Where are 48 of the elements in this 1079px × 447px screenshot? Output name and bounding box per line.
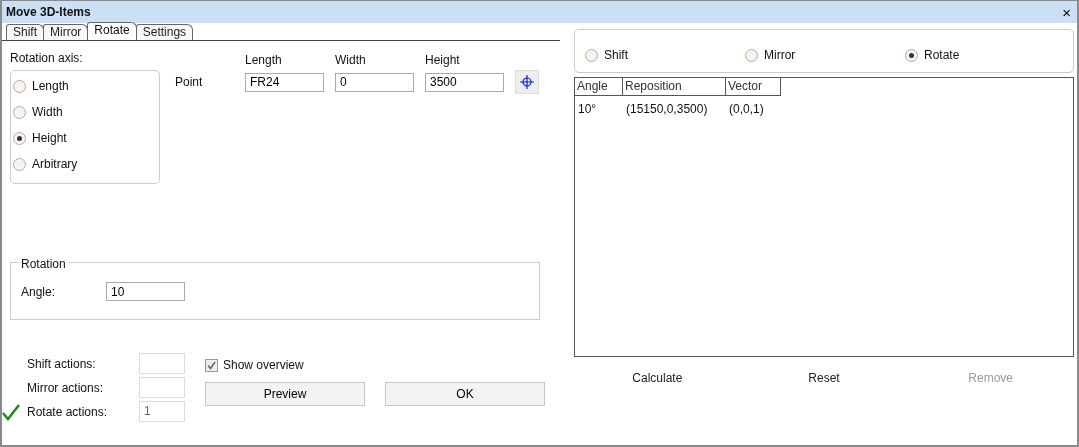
- radio-button[interactable]: [905, 48, 918, 62]
- action-label: Rotate actions:: [27, 403, 109, 421]
- window-title: Move 3D-Items: [6, 4, 91, 21]
- table-cell-text: (0,0,1): [728, 101, 765, 118]
- action-button[interactable]: Calculate: [632, 369, 683, 387]
- column-label: Length: [245, 52, 283, 69]
- column-header[interactable]: Angle: [575, 78, 623, 96]
- count-field: [139, 353, 185, 374]
- coordinate-field[interactable]: 3500: [425, 72, 504, 92]
- column-label: Width: [335, 52, 367, 69]
- radio-label: Mirror: [764, 47, 796, 64]
- checkbox-label: Show overview: [223, 357, 304, 374]
- table-cell-text: 10°: [577, 101, 598, 118]
- table-cell-text: (15150,0,3500): [625, 101, 709, 118]
- radio-label: Arbitrary: [32, 156, 78, 173]
- tab[interactable]: Settings: [135, 24, 194, 40]
- section-label: Rotation axis:: [10, 50, 84, 67]
- coordinate-field[interactable]: 0: [335, 72, 414, 92]
- crosshair-icon[interactable]: [515, 70, 539, 94]
- point-label: Point: [175, 74, 204, 91]
- dialog-button[interactable]: OK: [385, 382, 545, 406]
- tab[interactable]: Shift: [6, 24, 44, 40]
- action-label: Shift actions:: [27, 355, 97, 373]
- column-label: Height: [425, 52, 461, 69]
- close-button[interactable]: ×: [1062, 4, 1071, 20]
- count-field: 1: [139, 401, 185, 422]
- radio-button[interactable]: [13, 131, 26, 145]
- radio-button[interactable]: [13, 105, 26, 119]
- action-label: Mirror actions:: [27, 379, 104, 397]
- dialog-button[interactable]: Preview: [205, 382, 365, 406]
- angle-field[interactable]: 10: [106, 282, 185, 301]
- column-header[interactable]: Reposition: [623, 78, 726, 96]
- coordinate-field[interactable]: FR24: [245, 72, 324, 92]
- radio-button[interactable]: [585, 48, 598, 62]
- radio-label: Shift: [604, 47, 628, 64]
- radio-button[interactable]: [13, 79, 26, 93]
- radio-button[interactable]: [13, 157, 26, 171]
- tab[interactable]: Mirror: [43, 24, 89, 40]
- radio-button[interactable]: [745, 48, 758, 62]
- radio-label: Width: [32, 104, 63, 121]
- angle-label: Angle:: [21, 283, 57, 301]
- column-header[interactable]: Vector: [726, 78, 781, 96]
- radio-label: Length: [32, 78, 69, 95]
- radio-label: Rotate: [924, 47, 960, 64]
- show-overview-checkbox[interactable]: [205, 358, 218, 372]
- count-field: [139, 377, 185, 398]
- action-button[interactable]: Reset: [808, 369, 840, 387]
- radio-label: Height: [32, 130, 67, 147]
